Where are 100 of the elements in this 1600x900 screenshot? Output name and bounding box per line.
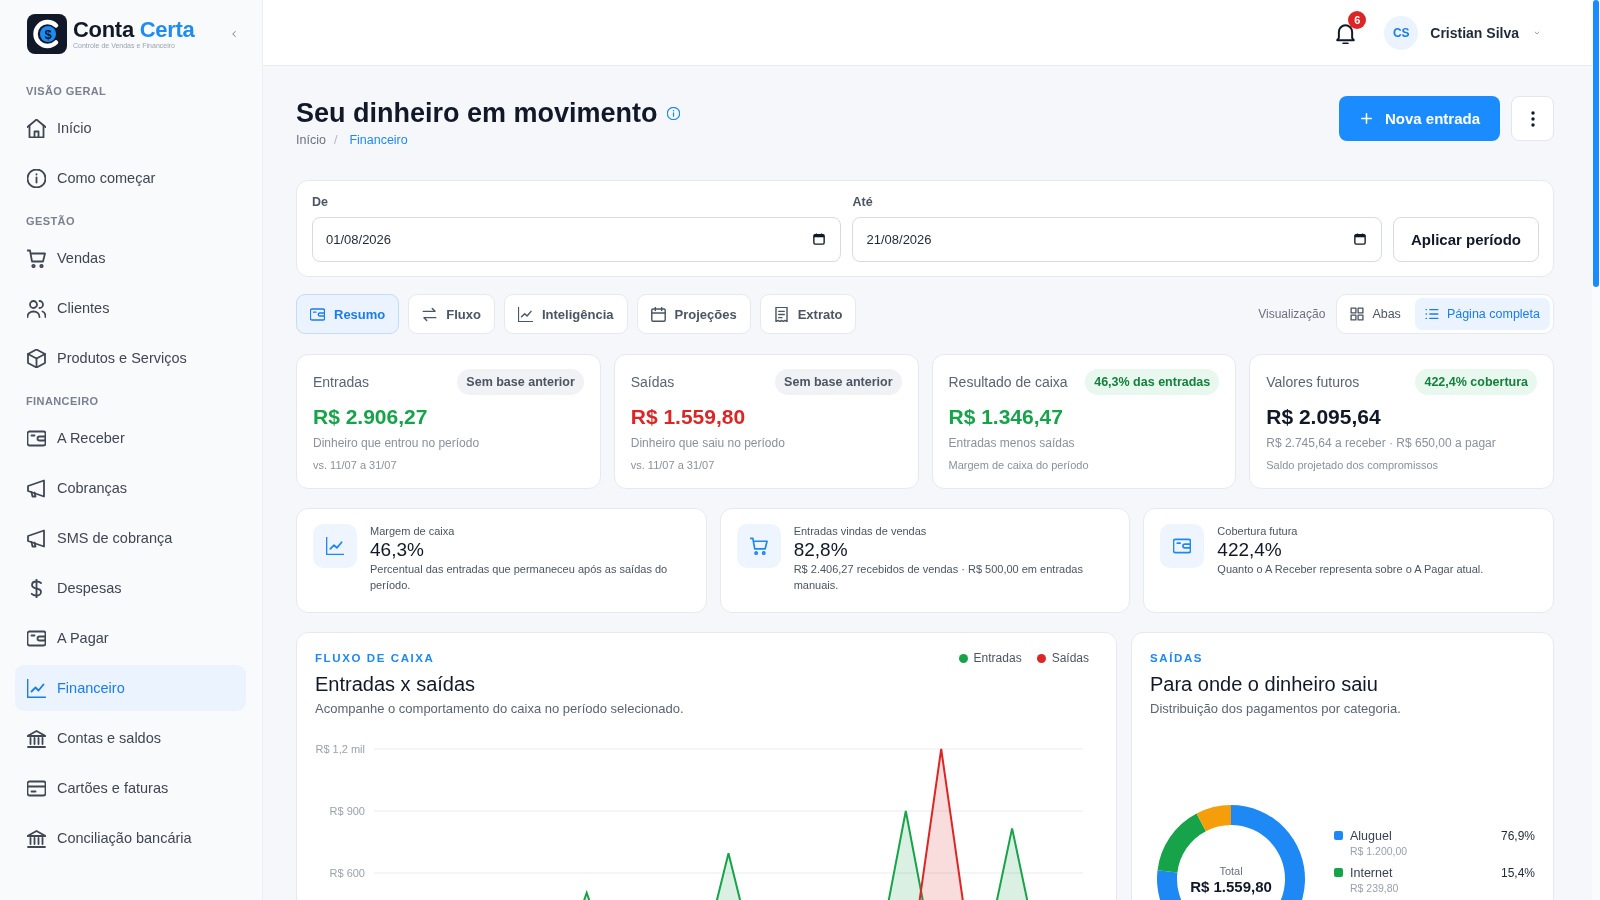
sidebar-item[interactable]: Contas e saldos (15, 715, 246, 761)
chevron-down-icon[interactable] (1532, 29, 1542, 36)
sidebar-item[interactable]: Produtos e Serviços (15, 335, 246, 381)
scrollbar-thumb[interactable] (1593, 0, 1599, 287)
notification-badge: 6 (1348, 10, 1367, 29)
sidebar-item[interactable]: Clientes (15, 285, 246, 331)
sidebar-item[interactable]: Conciliação bancária (15, 815, 246, 861)
kpi-description: Entradas menos saídas (948, 435, 1076, 451)
tab[interactable]: Extrato (759, 294, 857, 334)
kpi-label: Entradas (313, 374, 370, 390)
calendar-icon[interactable] (813, 233, 826, 245)
sidebar-item[interactable]: A Pagar (15, 615, 246, 661)
date-field[interactable]: 01/08/2026 (312, 217, 842, 262)
kpi-note: vs. 11/07 a 31/07 (630, 458, 716, 473)
kpi-description: Dinheiro que entrou no período (313, 435, 481, 451)
credit-card-icon (27, 778, 46, 798)
megaphone-icon (27, 528, 46, 548)
user-name[interactable]: Cristian Silva (1430, 24, 1519, 41)
wallet-icon (27, 428, 46, 448)
view-option[interactable]: Abas (1340, 298, 1411, 330)
legend-amount: R$ 1.200,00 (1350, 844, 1409, 859)
kpi-value: R$ 2.906,27 (313, 404, 429, 430)
legend-amount: R$ 239,80 (1350, 881, 1400, 896)
date-field[interactable]: 21/08/2026 (852, 217, 1382, 262)
breadcrumb-separator: / (333, 133, 338, 148)
home-icon (27, 118, 46, 138)
wallet-icon (1160, 524, 1205, 568)
cart-icon (736, 524, 781, 568)
tab[interactable]: Fluxo (408, 294, 495, 334)
sidebar-item[interactable]: SMS de cobrança (15, 515, 246, 561)
calendar-icon[interactable] (1353, 233, 1366, 245)
sidebar-item[interactable]: Como começar (15, 155, 246, 201)
kpi-note: vs. 11/07 a 31/07 (313, 458, 398, 473)
kpi-badge: 46,3% das entradas (1085, 369, 1220, 395)
kpi-badge: Sem base anterior (457, 369, 584, 395)
view-label: Visualização (1258, 307, 1326, 321)
y-axis-label: R$ 600 (329, 867, 365, 879)
tab[interactable]: Inteligência (503, 294, 628, 334)
line-chart-icon (27, 678, 46, 698)
donut-total-label: Total (1219, 865, 1243, 877)
line-chart-icon (313, 524, 357, 568)
chart-title: Entradas x saídas (315, 672, 477, 697)
chart-subtitle: Distribuição dos pagamentos por categoria. (1150, 700, 1402, 718)
section-label: GESTÃO (25, 214, 76, 228)
apply-period-button[interactable]: Aplicar período (1392, 217, 1539, 262)
kpi-label: Saídas (630, 374, 675, 390)
section-label: FINANCEIRO (25, 394, 100, 408)
legend-label: Internet (1350, 865, 1394, 881)
breadcrumb-link[interactable]: Início (296, 133, 326, 148)
chart-title: Para onde o dinheiro saiu (1150, 672, 1379, 697)
legend-percent: 15,4% (1500, 865, 1535, 881)
tab[interactable]: Resumo (296, 294, 400, 334)
more-vertical-icon (1530, 110, 1535, 127)
line-chart-icon (517, 306, 533, 322)
grid-icon (1350, 307, 1365, 321)
receipt-icon (773, 306, 789, 322)
kpi-label: Valores futuros (1266, 374, 1360, 390)
sidebar-item[interactable]: A Receber (15, 415, 246, 461)
sidebar-item[interactable]: Cobranças (15, 465, 246, 511)
metric-label: Margem de caixa (370, 524, 456, 538)
section-label: VISÃO GERAL (25, 84, 108, 98)
field-label: De (312, 195, 329, 209)
legend-label: Saídas (1051, 651, 1089, 665)
brand-logo[interactable]: $ (27, 14, 67, 54)
wallet-icon (310, 306, 325, 322)
chart-subtitle: Acompanhe o comportamento do caixa no período selecionado. (315, 700, 685, 718)
kpi-value: R$ 2.095,64 (1266, 404, 1382, 430)
info-icon[interactable] (666, 106, 680, 120)
brand-name: Conta Certa (73, 18, 195, 42)
sidebar-item[interactable]: Cartões e faturas (15, 765, 246, 811)
kpi-value: R$ 1.346,47 (948, 404, 1064, 430)
bank-icon (27, 728, 46, 748)
list-icon (1424, 307, 1439, 321)
tab[interactable]: Projeções (636, 294, 751, 334)
section-eyebrow: FLUXO DE CAIXA (315, 651, 435, 665)
sidebar-item[interactable]: Financeiro (15, 665, 246, 711)
metric-description: Quanto o A Receber representa sobre o A Pagar atual. (1217, 562, 1484, 577)
megaphone-icon (27, 478, 46, 498)
y-axis-label: R$ 1,2 mil (315, 743, 365, 755)
users-icon (27, 298, 46, 318)
metric-label: Entradas vindas de vendas (793, 524, 928, 538)
kpi-note: Saldo projetado dos compromissos (1266, 458, 1440, 473)
metric-description: R$ 2.406,27 recebidos de vendas · R$ 500,00 em entradas manuais. (793, 562, 1084, 593)
metric-value: 422,4% (1217, 538, 1283, 562)
kpi-value: R$ 1.559,80 (630, 404, 747, 430)
field-label: Até (852, 195, 874, 209)
kpi-description: R$ 2.745,64 a receber · R$ 650,00 a pagar (1266, 435, 1497, 451)
legend-label: Entradas (973, 651, 1022, 665)
sidebar-item[interactable]: Despesas (15, 565, 246, 611)
metric-description: Percentual das entradas que permaneceu após as saídas do período. (370, 562, 669, 593)
y-axis-label: R$ 900 (329, 805, 365, 817)
bank-icon (27, 828, 46, 848)
sidebar-item[interactable]: Vendas (15, 235, 246, 281)
kpi-label: Resultado de caixa (948, 374, 1068, 390)
sidebar-item[interactable]: Início (15, 105, 246, 151)
legend-label: Aluguel (1350, 828, 1393, 844)
user-avatar[interactable]: CS (1384, 15, 1419, 50)
info-icon (27, 168, 46, 188)
view-option[interactable]: Página completa (1414, 298, 1550, 330)
calendar-icon (650, 306, 666, 322)
